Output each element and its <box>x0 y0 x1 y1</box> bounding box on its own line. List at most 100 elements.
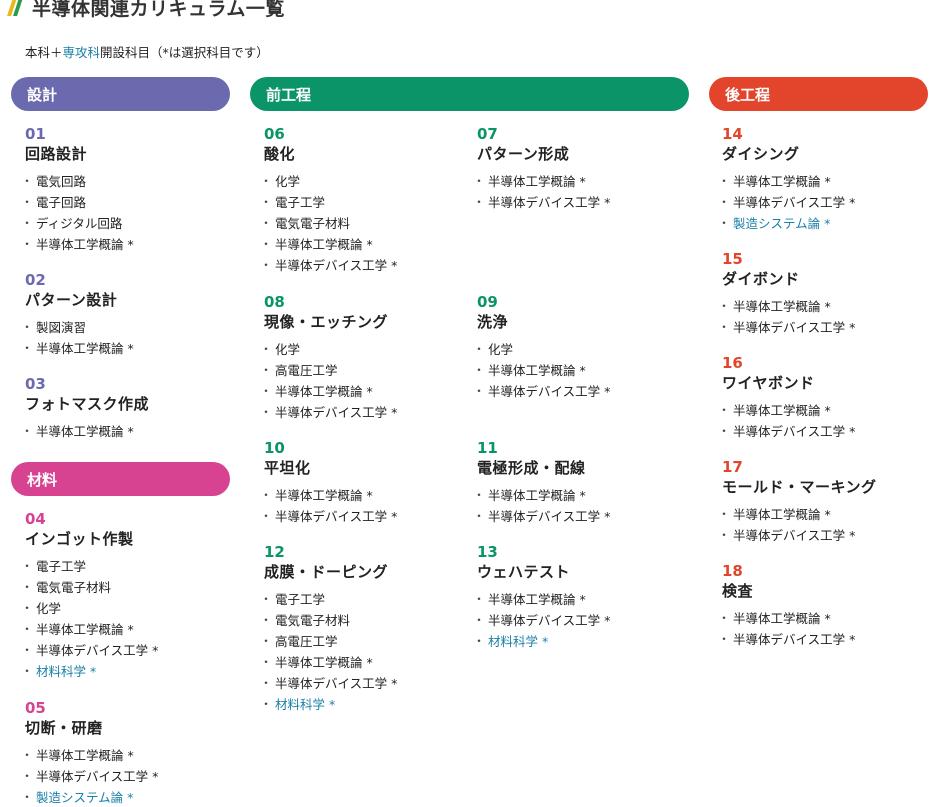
course-item: 電気回路 <box>21 171 225 192</box>
course-item: 半導体工学概論 * <box>473 171 677 192</box>
course-list: 半導体工学概論 * 半導体デバイス工学 * <box>718 296 922 338</box>
material-column-2: 05 切断・研磨 半導体工学概論 * 半導体デバイス工学 * 製造システム論 * <box>21 699 225 807</box>
course-list: 電子工学 電気電子材料 高電圧工学 半導体工学概論 * 半導体デバイス工学 * … <box>260 589 464 715</box>
step-number: 06 <box>264 125 285 143</box>
category-label: 前工程 <box>266 85 312 104</box>
step-number: 12 <box>264 543 285 561</box>
course-item: 半導体デバイス工学 * <box>260 402 464 423</box>
step-title: 回路設計 <box>25 145 88 163</box>
front-step-08: 08 現像・エッチング 化学 高電圧工学 半導体工学概論 * 半導体デバイス工学… <box>260 293 464 423</box>
course-link[interactable]: 製造システム論 * <box>718 213 922 234</box>
course-item: 半導体デバイス工学 * <box>260 255 464 276</box>
step-title: パターン形成 <box>477 145 570 163</box>
course-item: 半導体工学概論 * <box>473 360 677 381</box>
category-material: 材料 <box>11 462 230 496</box>
course-item: 電子工学 <box>260 192 464 213</box>
step-title: パターン設計 <box>25 291 118 309</box>
step-title: 洗浄 <box>477 313 509 331</box>
course-list: 電子工学 電気電子材料 化学 半導体工学概論 * 半導体デバイス工学 * 材料科… <box>21 556 225 682</box>
legend-note: 本科＋専攻科開設科目（*は選択科目です） <box>25 42 269 61</box>
course-item: 半導体工学概論 * <box>260 652 464 673</box>
legend-highlight: 専攻科 <box>62 45 101 60</box>
course-item: 電気電子材料 <box>21 577 225 598</box>
course-item: 半導体デバイス工学 * <box>473 192 677 213</box>
step-number: 13 <box>477 543 498 561</box>
front-step-13: 13 ウェハテスト 半導体工学概論 * 半導体デバイス工学 * 材料科学 * <box>473 543 677 652</box>
step-number: 05 <box>25 699 46 717</box>
step-number: 08 <box>264 293 285 311</box>
course-item: 半導体工学概論 * <box>21 619 225 640</box>
design-column: 01 回路設計 電気回路 電子回路 ディジタル回路 半導体工学概論 * <box>21 125 225 255</box>
front-step-09: 09 洗浄 化学 半導体工学概論 * 半導体デバイス工学 * <box>473 293 677 402</box>
course-link[interactable]: 材料科学 * <box>473 631 677 652</box>
step-title: フォトマスク作成 <box>25 395 150 413</box>
course-item: 半導体工学概論 * <box>718 608 922 629</box>
course-item: 電子工学 <box>260 589 464 610</box>
course-item: ディジタル回路 <box>21 213 225 234</box>
category-label: 設計 <box>27 85 58 104</box>
course-item: 半導体工学概論 * <box>260 485 464 506</box>
course-item: 半導体デバイス工学 * <box>718 629 922 650</box>
back-step-17: 17 モールド・マーキング 半導体工学概論 * 半導体デバイス工学 * <box>718 458 922 546</box>
course-item: 半導体デバイス工学 * <box>21 640 225 661</box>
course-item: 化学 <box>21 598 225 619</box>
course-item: 半導体工学概論 * <box>260 234 464 255</box>
step-title: ウェハテスト <box>477 563 571 581</box>
page-title: 半導体関連カリキュラム一覧 <box>32 0 285 20</box>
front-step-11: 11 電極形成・配線 半導体工学概論 * 半導体デバイス工学 * <box>473 439 677 527</box>
course-list: 半導体工学概論 * 半導体デバイス工学 * <box>718 608 922 650</box>
course-list: 化学 高電圧工学 半導体工学概論 * 半導体デバイス工学 * <box>260 339 464 423</box>
course-list: 半導体工学概論 * 半導体デバイス工学 * 製造システム論 * <box>21 745 225 807</box>
course-link[interactable]: 材料科学 * <box>21 661 225 682</box>
course-list: 半導体工学概論 * 半導体デバイス工学 * <box>260 485 464 527</box>
step-title: 平坦化 <box>264 459 311 477</box>
course-item: 半導体工学概論 * <box>260 381 464 402</box>
material-column: 04 インゴット作製 電子工学 電気電子材料 化学 半導体工学概論 * 半導体デ… <box>21 510 225 682</box>
course-item: 半導体デバイス工学 * <box>260 506 464 527</box>
course-item: 半導体工学概論 * <box>473 589 677 610</box>
design-column-3: 03 フォトマスク作成 半導体工学概論 * <box>21 375 225 442</box>
step-title: 切断・研磨 <box>25 719 103 737</box>
front-step-06: 06 酸化 化学 電子工学 電気電子材料 半導体工学概論 * 半導体デバイス工学… <box>260 125 464 276</box>
step-number: 11 <box>477 439 498 457</box>
course-item: 半導体デバイス工学 * <box>260 673 464 694</box>
course-item: 半導体工学概論 * <box>718 400 922 421</box>
course-item: 電気電子材料 <box>260 213 464 234</box>
course-item: 半導体デバイス工学 * <box>473 381 677 402</box>
course-list: 半導体工学概論 * <box>21 421 225 442</box>
step-title: 成膜・ドーピング <box>264 563 389 581</box>
course-item: 半導体デバイス工学 * <box>718 317 922 338</box>
category-design: 設計 <box>11 77 230 111</box>
course-list: 製図演習 半導体工学概論 * <box>21 317 225 359</box>
course-item: 化学 <box>260 171 464 192</box>
course-item: 電子回路 <box>21 192 225 213</box>
category-front-end: 前工程 <box>250 77 689 111</box>
step-title: ワイヤボンド <box>722 374 815 392</box>
step-title: インゴット作製 <box>25 530 134 548</box>
course-list: 半導体工学概論 * 半導体デバイス工学 * <box>718 400 922 442</box>
step-title: 検査 <box>722 582 754 600</box>
page-header: 半導体関連カリキュラム一覧 <box>7 0 285 22</box>
course-item: 半導体工学概論 * <box>718 504 922 525</box>
course-link[interactable]: 製造システム論 * <box>21 787 225 807</box>
step-number: 17 <box>722 458 743 476</box>
step-title: モールド・マーキング <box>722 478 877 496</box>
step-number: 01 <box>25 125 46 143</box>
course-item: 半導体工学概論 * <box>473 485 677 506</box>
course-item: 半導体工学概論 * <box>21 234 225 255</box>
course-item: 高電圧工学 <box>260 631 464 652</box>
step-number: 10 <box>264 439 285 457</box>
category-label: 後工程 <box>725 85 771 104</box>
course-link[interactable]: 材料科学 * <box>260 694 464 715</box>
course-item: 半導体デバイス工学 * <box>473 610 677 631</box>
course-item: 半導体工学概論 * <box>21 745 225 766</box>
course-item: 製図演習 <box>21 317 225 338</box>
course-item: 化学 <box>260 339 464 360</box>
front-step-10: 10 平坦化 半導体工学概論 * 半導体デバイス工学 * <box>260 439 464 527</box>
back-step-14: 14 ダイシング 半導体工学概論 * 半導体デバイス工学 * 製造システム論 * <box>718 125 922 234</box>
course-item: 半導体工学概論 * <box>718 296 922 317</box>
step-05: 05 切断・研磨 半導体工学概論 * 半導体デバイス工学 * 製造システム論 * <box>21 699 225 807</box>
course-item: 半導体デバイス工学 * <box>473 506 677 527</box>
category-back-end: 後工程 <box>709 77 928 111</box>
course-list: 化学 半導体工学概論 * 半導体デバイス工学 * <box>473 339 677 402</box>
